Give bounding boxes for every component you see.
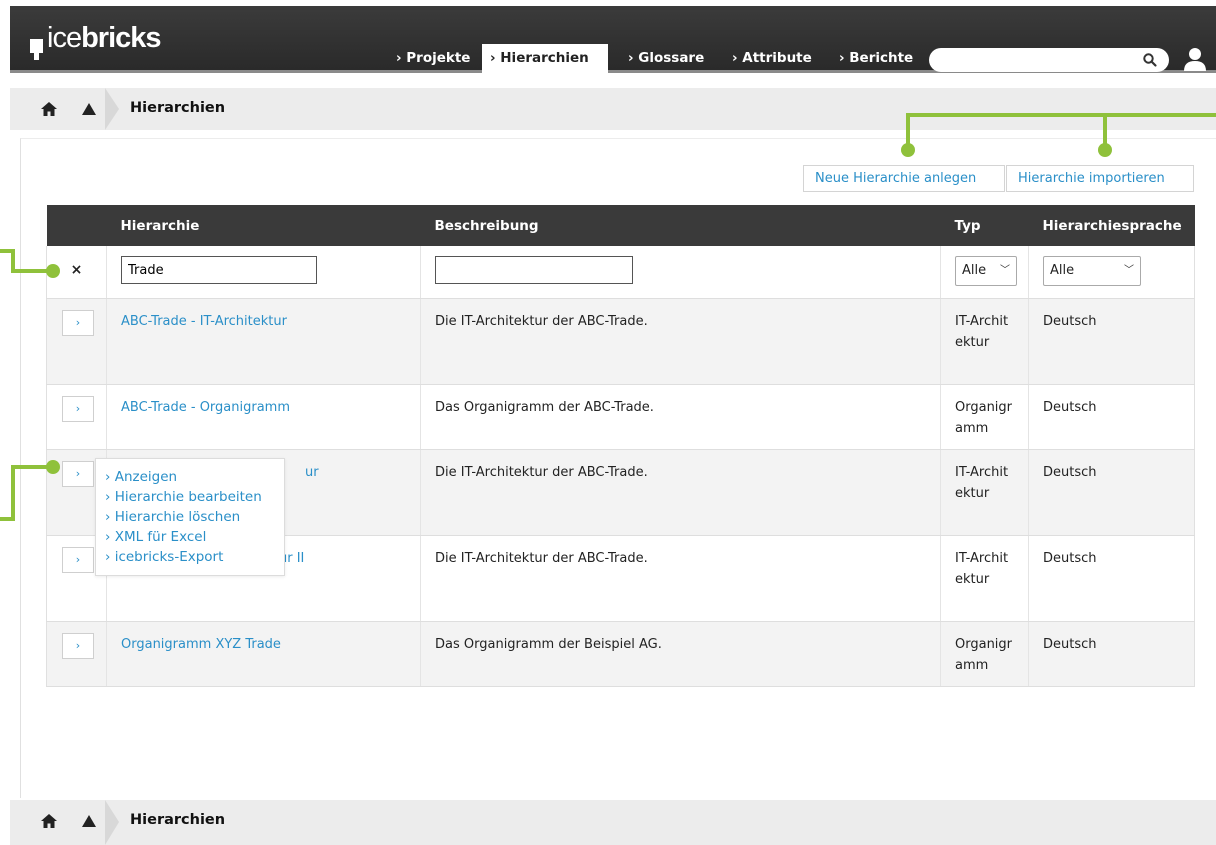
description-text: Das Organigramm der ABC-Trade. [435, 399, 654, 415]
row-context-menu: Anzeigen Hierarchie bearbeiten Hierarchi… [95, 458, 285, 576]
breadcrumb-footer: Hierarchien [10, 800, 1216, 845]
menu-item-delete[interactable]: Hierarchie löschen [105, 507, 284, 527]
language-text: Deutsch [1043, 464, 1097, 480]
description-text: Die IT-Architektur der ABC-Trade. [435, 313, 648, 329]
table-row: › ABC-Trade - IT-Architektur Die IT-Arch… [46, 298, 1195, 385]
user-icon[interactable] [1182, 46, 1208, 72]
callout-line [11, 465, 51, 469]
type-filter-select[interactable]: Alle ﹀ [955, 256, 1017, 286]
type-text: IT-Architektur [955, 464, 1009, 501]
callout-dot [46, 264, 60, 278]
clear-filter-icon[interactable]: × [61, 256, 92, 281]
tab-hierarchien[interactable]: › Hierarchien [482, 44, 608, 73]
table-row: › ABC-Trade - Organigramm Das Organigram… [46, 384, 1195, 450]
hierarchy-table: Hierarchie Beschreibung Typ Hierarchiesp… [46, 205, 1195, 687]
tab-projekte[interactable]: › Projekte [388, 44, 480, 73]
filter-row: × Alle﹀ Alle﹀ [46, 246, 1195, 299]
table-header-row: Hierarchie Beschreibung Typ Hierarchiesp… [46, 205, 1195, 246]
callout-dot [46, 460, 60, 474]
description-text: Die IT-Architektur der ABC-Trade. [435, 550, 648, 566]
row-menu-button[interactable]: › [62, 460, 94, 487]
home-icon[interactable] [40, 813, 58, 829]
description-text: Das Organigramm der Beispiel AG. [435, 636, 662, 652]
hierarchy-link[interactable]: ur [305, 465, 319, 480]
description-filter-input[interactable] [435, 256, 633, 284]
row-menu-button[interactable]: › [62, 309, 94, 336]
hierarchy-filter-input[interactable] [121, 256, 317, 284]
type-text: Organigramm [955, 399, 1013, 436]
row-menu-button[interactable]: › [62, 395, 94, 422]
logo-text: icebricks [47, 22, 162, 54]
footer-page-title: Hierarchien [130, 812, 226, 828]
hierarchy-link[interactable]: Organigramm XYZ Trade [121, 637, 281, 652]
language-text: Deutsch [1043, 313, 1097, 329]
logo-mark-icon [30, 39, 43, 60]
up-arrow-icon[interactable] [80, 101, 98, 117]
type-text: Organigramm [955, 636, 1013, 673]
language-text: Deutsch [1043, 550, 1097, 566]
breadcrumb-divider [105, 88, 119, 130]
import-hierarchy-button[interactable]: Hierarchie importieren [1006, 165, 1194, 192]
callout-line [11, 269, 51, 273]
callout-dot [1098, 143, 1112, 157]
new-hierarchy-button[interactable]: Neue Hierarchie anlegen [803, 165, 1005, 192]
column-header-type[interactable]: Typ [940, 205, 1029, 246]
type-text: IT-Architektur [955, 550, 1009, 587]
menu-item-export[interactable]: icebricks-Export [105, 547, 284, 567]
tab-attribute[interactable]: › Attribute [724, 44, 824, 73]
app-header: icebricks › Projekte › Hierarchien › Glo… [10, 6, 1216, 73]
callout-line [11, 465, 15, 521]
row-menu-button[interactable]: › [62, 632, 94, 659]
page-title: Hierarchien [130, 100, 226, 116]
hierarchy-link[interactable]: ABC-Trade - Organigramm [121, 400, 290, 415]
type-text: IT-Architektur [955, 313, 1009, 350]
column-header-language[interactable]: Hierarchiesprache [1028, 205, 1195, 246]
description-text: Die IT-Architektur der ABC-Trade. [435, 464, 648, 480]
language-text: Deutsch [1043, 636, 1097, 652]
home-icon[interactable] [40, 101, 58, 117]
up-arrow-icon[interactable] [80, 813, 98, 829]
hierarchy-link[interactable]: ABC-Trade - IT-Architektur [121, 314, 287, 329]
menu-item-edit[interactable]: Hierarchie bearbeiten [105, 487, 284, 507]
search-box [929, 48, 1169, 72]
search-icon[interactable] [1142, 52, 1158, 68]
callout-line [906, 113, 1216, 117]
column-header-description[interactable]: Beschreibung [420, 205, 941, 246]
tab-berichte[interactable]: › Berichte [831, 44, 925, 73]
column-header-action [46, 205, 107, 246]
column-header-hierarchy[interactable]: Hierarchie [106, 205, 421, 246]
language-filter-select[interactable]: Alle ﹀ [1043, 256, 1141, 286]
chevron-down-icon: ﹀ [1124, 265, 1134, 276]
breadcrumb: Hierarchien [10, 88, 1216, 130]
menu-item-show[interactable]: Anzeigen [105, 467, 284, 487]
language-text: Deutsch [1043, 399, 1097, 415]
table-row: › Organigramm XYZ Trade Das Organigramm … [46, 621, 1195, 687]
callout-dot [901, 143, 915, 157]
tab-glossare[interactable]: › Glossare [620, 44, 716, 73]
callout-line [0, 517, 14, 521]
chevron-down-icon: ﹀ [1000, 265, 1010, 276]
breadcrumb-divider [105, 800, 119, 845]
search-input[interactable] [941, 51, 1131, 69]
row-menu-button[interactable]: › [62, 546, 94, 573]
menu-item-xml-excel[interactable]: XML für Excel [105, 527, 284, 547]
